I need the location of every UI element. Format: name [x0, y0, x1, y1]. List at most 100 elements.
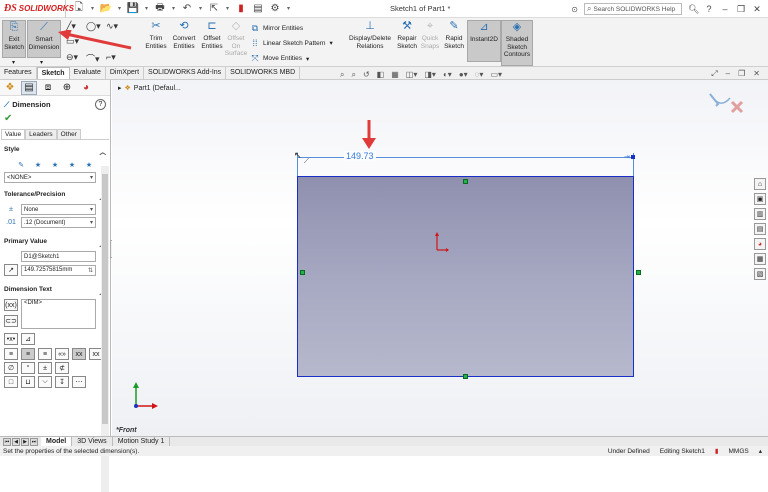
solidworks-menu-button[interactable]: ƉS SOLIDWORKS ▸	[0, 0, 81, 18]
unit-dropdown-icon[interactable]: ▴	[759, 447, 762, 455]
countersink-symbol-icon[interactable]: ⌵	[38, 376, 52, 388]
edit-appearance-icon[interactable]: ●▾	[459, 70, 468, 80]
file-properties-icon[interactable]: ▤	[251, 2, 265, 15]
view-orientation-icon[interactable]: ◫▾	[406, 70, 418, 80]
ok-checkmark-button[interactable]: ✔	[0, 113, 110, 126]
arc-tool-icon[interactable]: ⌒▾	[86, 52, 100, 65]
sketch-rectangle[interactable]	[297, 176, 634, 377]
open-folder-icon[interactable]: 📂	[99, 2, 113, 15]
appearances-icon[interactable]: ◕	[754, 238, 766, 250]
tab-model[interactable]: Model	[41, 436, 73, 447]
trim-entities-button[interactable]: ✂ Trim Entities	[142, 20, 170, 60]
rectangle-midpoint-bottom[interactable]	[463, 374, 468, 379]
print-dropdown-icon[interactable]: ▾	[170, 2, 177, 15]
new-document-icon[interactable]: 🗋	[72, 2, 86, 15]
select-dropdown-icon[interactable]: ▾	[224, 2, 231, 15]
display-style-icon[interactable]: ◨▾	[424, 70, 436, 80]
save-dropdown-icon[interactable]: ▾	[143, 2, 150, 15]
section-view-icon[interactable]: ◧	[377, 70, 385, 80]
scenes-icon[interactable]: ◌▾	[475, 70, 484, 80]
design-library-icon[interactable]: ▥	[754, 208, 766, 220]
resources-icon[interactable]: ▣	[754, 193, 766, 205]
dimension-name-field[interactable]: D1@Sketch1	[21, 251, 96, 262]
tab-sketch[interactable]: Sketch	[36, 67, 70, 79]
save-style-icon[interactable]: ★	[65, 159, 79, 170]
rectangle-midpoint-right[interactable]	[636, 270, 641, 275]
text-position-2-icon[interactable]: xx	[72, 348, 86, 360]
rectangle-midpoint-top[interactable]	[463, 179, 468, 184]
doc-restore-button[interactable]: ❐	[738, 69, 745, 79]
dimxpertmanager-tab-icon[interactable]: ⊕	[59, 81, 75, 95]
tab-features[interactable]: Features	[0, 67, 37, 79]
convert-entities-button[interactable]: ⟲ Convert Entities	[170, 20, 198, 60]
exit-sketch-button[interactable]: ⎘ Exit Sketch	[2, 20, 26, 58]
square-symbol-icon[interactable]: □	[4, 376, 18, 388]
move-dropdown-icon[interactable]: ▾	[306, 55, 309, 63]
precision-select[interactable]: .12 (Document) ▾	[21, 217, 96, 228]
collapse-style-icon[interactable]: ︿	[100, 146, 107, 156]
options-dropdown-icon[interactable]: ▾	[285, 2, 292, 15]
offset-entities-button[interactable]: ⊏ Offset Entities	[198, 20, 226, 60]
prev-tab-icon[interactable]: ◀	[12, 437, 20, 446]
instant2d-button[interactable]: ⊿ Instant2D	[467, 20, 501, 62]
inspection-dimension-icon[interactable]: •x•	[4, 333, 18, 345]
displaymanager-tab-icon[interactable]: ◕	[78, 81, 94, 95]
graphics-area[interactable]: ▸ ❖ Part1 (Defaul... 149.73 ⇥ ↖ ⟋ ⌂ ▣ ▥ …	[112, 80, 768, 436]
dimension-value-field[interactable]: 149.72575815mm ⇅	[21, 264, 96, 276]
featuremanager-tab-icon[interactable]: ❖	[2, 81, 18, 95]
delete-style-icon[interactable]: ★	[48, 159, 62, 170]
offset-on-surface-button[interactable]: ◇ Offset On Surface	[224, 20, 248, 66]
help-search-input[interactable]: ⌕ Search SOLIDWORKS Help	[584, 3, 682, 15]
insert-dim-icon[interactable]: (xx)	[4, 299, 18, 311]
previous-view-icon[interactable]: ↺	[363, 70, 370, 80]
scrollbar-thumb[interactable]	[102, 174, 108, 424]
custom-properties-icon[interactable]: ▦	[754, 253, 766, 265]
open-dropdown-icon[interactable]: ▾	[116, 2, 123, 15]
slot-tool-icon[interactable]: ⊖▾	[66, 52, 78, 63]
align-right-icon[interactable]: ≡	[38, 348, 52, 360]
rebuild-traffic-light-icon[interactable]: ▮	[234, 2, 248, 15]
spinner-icon[interactable]: ⇅	[88, 267, 93, 274]
confirmation-corner[interactable]	[706, 88, 746, 116]
quick-snaps-button[interactable]: ⌖ Quick Snaps	[419, 20, 441, 60]
load-style-icon[interactable]: ★	[82, 159, 96, 170]
align-left-icon[interactable]: ≡	[4, 348, 18, 360]
tree-expand-icon[interactable]: ▸	[118, 84, 122, 92]
help-button[interactable]: ?	[704, 4, 714, 14]
tab-evaluate[interactable]: Evaluate	[70, 67, 106, 79]
save-icon[interactable]: 💾	[126, 2, 140, 15]
exit-dropdown-icon[interactable]: ▾	[12, 59, 15, 66]
home-icon[interactable]: ⌂	[754, 178, 766, 190]
depth-symbol-icon[interactable]: ↧	[55, 376, 69, 388]
dimension-text-area[interactable]: <DIM>	[21, 299, 96, 329]
tab-dimxpert[interactable]: DimXpert	[106, 67, 145, 79]
dimension-endpoint-right[interactable]	[631, 155, 635, 159]
centerline-symbol-icon[interactable]: ⊄	[55, 362, 69, 374]
tab-addins[interactable]: SOLIDWORKS Add-Ins	[144, 67, 227, 79]
plus-minus-symbol-icon[interactable]: ±	[38, 362, 52, 374]
last-tab-icon[interactable]: ⏭	[30, 437, 38, 446]
doc-close-button[interactable]: ✕	[753, 69, 760, 79]
dynamic-annotation-icon[interactable]: ▦	[391, 70, 399, 80]
minimize-button[interactable]: –	[720, 4, 730, 14]
more-symbols-icon[interactable]: ⋯	[72, 376, 86, 388]
smart-dimension-dropdown-icon[interactable]: ▾	[40, 59, 43, 66]
rectangle-midpoint-left[interactable]	[300, 270, 305, 275]
align-center-icon[interactable]: ≡	[21, 348, 35, 360]
fillet-tool-icon[interactable]: ⌐▾	[106, 52, 116, 63]
zoom-to-fit-icon[interactable]: ⌕	[340, 70, 344, 80]
close-button[interactable]: ✕	[752, 4, 762, 15]
undo-icon[interactable]: ↶	[180, 2, 194, 15]
tab-mbd[interactable]: SOLIDWORKS MBD	[226, 67, 301, 79]
dimension-value-label[interactable]: 149.73	[344, 151, 376, 161]
tolerance-select[interactable]: None ▾	[21, 204, 96, 215]
degree-symbol-icon[interactable]: °	[21, 362, 35, 374]
text-position-1-icon[interactable]: «»	[55, 348, 69, 360]
subtab-value[interactable]: Value	[1, 129, 26, 139]
counterbore-symbol-icon[interactable]: ⊔	[21, 376, 35, 388]
subtab-other[interactable]: Other	[56, 129, 81, 139]
shaded-sketch-contours-button[interactable]: ◈ Shaded Sketch Contours	[501, 20, 533, 66]
flyout-featuremanager-tree[interactable]: ▸ ❖ Part1 (Defaul...	[118, 84, 181, 93]
move-entities-button[interactable]: ⤧ Move Entities ▾	[250, 53, 309, 64]
help-icon[interactable]: ?	[95, 99, 106, 110]
